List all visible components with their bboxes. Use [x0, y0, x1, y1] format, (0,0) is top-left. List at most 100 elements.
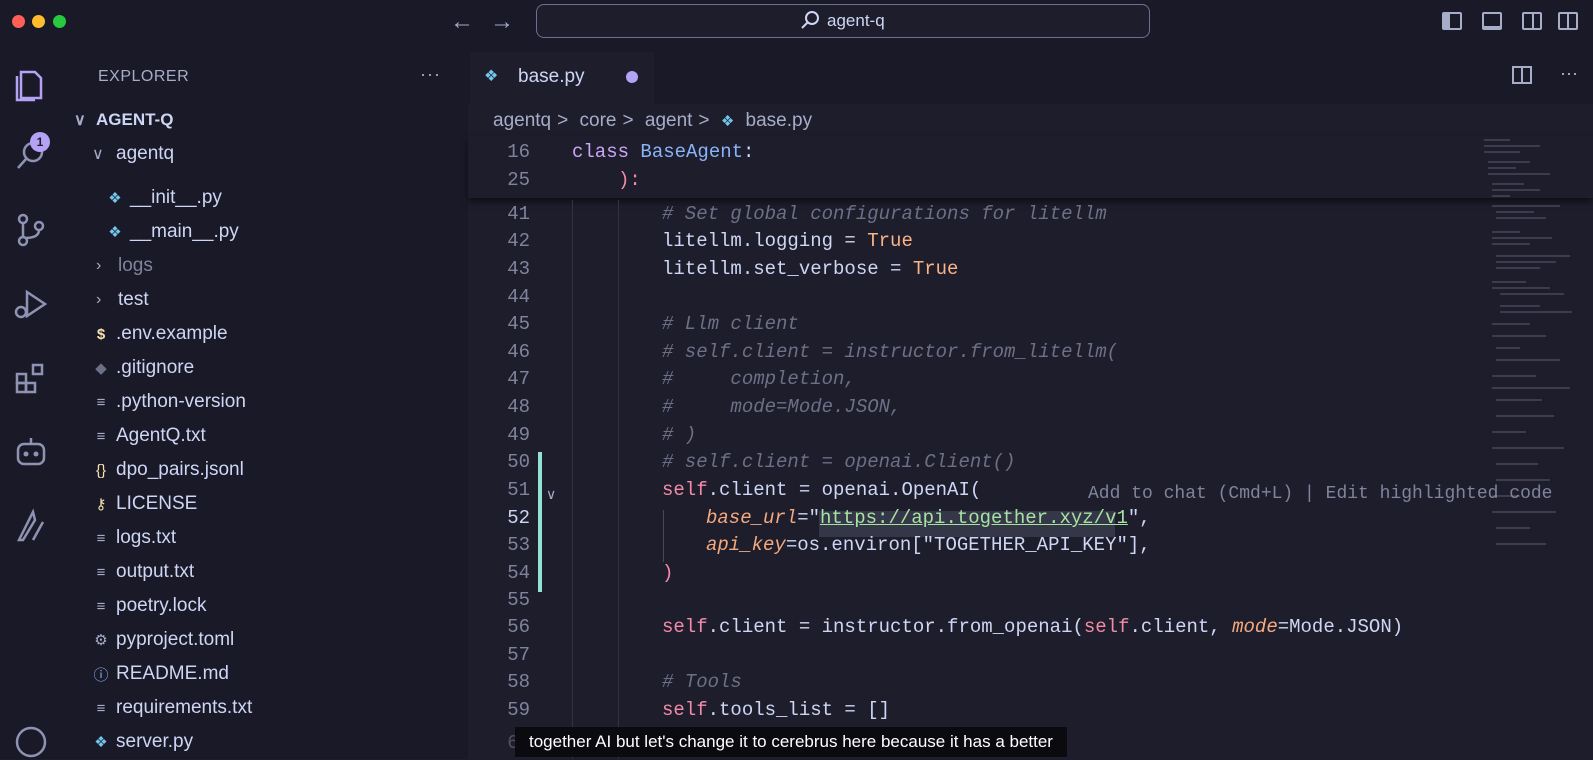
tree-item-output-txt[interactable]: ≡ output.txt: [90, 558, 195, 586]
dollar-icon: $: [96, 325, 106, 343]
breadcrumb-agentq[interactable]: agentq: [493, 110, 551, 131]
code-line-16[interactable]: class BaseAgent:: [572, 141, 754, 163]
tree-item-logs-txt[interactable]: ≡ logs.txt: [90, 524, 177, 552]
copilot-bot-icon[interactable]: [13, 434, 49, 470]
code-line-47[interactable]: # completion,: [662, 368, 856, 390]
code-token: self: [662, 479, 708, 501]
python-file-icon: ❖: [108, 190, 122, 207]
fold-chevron-icon[interactable]: ∨: [546, 486, 556, 503]
editor-more-actions-icon[interactable]: ⋯: [1560, 64, 1578, 85]
tree-item-label: output.txt: [116, 561, 195, 582]
back-arrow-icon[interactable]: ←: [450, 8, 474, 36]
code-line-25[interactable]: ):: [618, 169, 641, 191]
tab-label: base.py: [518, 66, 585, 87]
extensions-icon[interactable]: [13, 360, 49, 396]
run-and-debug-icon[interactable]: [13, 286, 49, 322]
maximize-window-button[interactable]: [53, 15, 66, 28]
tree-item-label: AgentQ.txt: [116, 425, 206, 446]
split-editor-icon[interactable]: [1512, 66, 1532, 84]
chevron-right-icon: ›: [96, 257, 102, 274]
python-file-icon: ❖: [108, 224, 122, 241]
tree-item-pyproject[interactable]: ⚙ pyproject.toml: [90, 626, 234, 654]
breadcrumb-agent[interactable]: agent: [645, 110, 693, 131]
tree-item-logs-folder[interactable]: › logs: [96, 252, 153, 280]
line-number: 51: [507, 479, 530, 501]
chevron-down-icon: ∨: [74, 112, 86, 129]
toggle-secondary-sidebar-icon[interactable]: [1522, 12, 1542, 30]
breadcrumb-core[interactable]: core: [580, 110, 617, 131]
tree-item-label: LICENSE: [116, 493, 198, 514]
code-line-46[interactable]: # self.client = instructor.from_litellm(: [662, 341, 1118, 363]
code-line-59[interactable]: self.tools_list = []: [662, 699, 890, 721]
tree-item-label: .gitignore: [116, 357, 195, 378]
tree-item-requirements[interactable]: ≡ requirements.txt: [90, 694, 253, 722]
code-line-50[interactable]: # self.client = openai.Client(): [662, 451, 1015, 473]
tree-item-label: poetry.lock: [116, 595, 207, 616]
tree-item-label: dpo_pairs.jsonl: [116, 459, 244, 480]
tree-item-init-py[interactable]: ❖ __init__.py: [104, 184, 222, 212]
code-line-56[interactable]: self.client = instructor.from_openai(sel…: [662, 616, 1403, 638]
line-number: 48: [507, 396, 530, 418]
line-number: 58: [507, 671, 530, 693]
code-line-53[interactable]: api_key=os.environ["TOGETHER_API_KEY"],: [706, 534, 1151, 556]
code-line-43[interactable]: litellm.set_verbose = True: [662, 258, 958, 280]
code-line-45[interactable]: # Llm client: [662, 313, 799, 335]
breadcrumb-base-py[interactable]: base.py: [746, 110, 813, 131]
line-number: 25: [507, 169, 530, 191]
line-number: 55: [507, 589, 530, 611]
tree-item-test-folder[interactable]: › test: [96, 286, 149, 314]
title-bar: ← → agent-q: [0, 0, 1593, 44]
line-number: 56: [507, 616, 530, 638]
line-number: 59: [507, 699, 530, 721]
toggle-panel-icon[interactable]: [1482, 12, 1502, 30]
tree-item-python-version[interactable]: ≡ .python-version: [90, 388, 246, 416]
minimap[interactable]: [1480, 136, 1580, 556]
line-number: 44: [507, 286, 530, 308]
customize-layout-icon[interactable]: [1558, 12, 1578, 30]
code-line-42[interactable]: litellm.logging = True: [662, 230, 913, 252]
forward-arrow-icon[interactable]: →: [490, 8, 514, 36]
python-file-icon: ❖: [94, 734, 108, 751]
workspace-root[interactable]: ∨ AGENT-Q: [74, 106, 173, 134]
toggle-primary-sidebar-icon[interactable]: [1442, 12, 1462, 30]
tree-item-label: test: [118, 289, 149, 310]
line-number: 57: [507, 644, 530, 666]
code-line-41[interactable]: # Set global configurations for litellm: [662, 203, 1107, 225]
tree-item-gitignore[interactable]: ◆ .gitignore: [90, 354, 194, 382]
tree-item-label: README.md: [116, 663, 229, 684]
explorer-files-icon[interactable]: [13, 66, 49, 102]
tree-item-agentq[interactable]: ∨ agentq: [92, 140, 174, 168]
command-center-search[interactable]: agent-q: [536, 4, 1150, 38]
minimize-window-button[interactable]: [32, 15, 45, 28]
close-window-button[interactable]: [12, 15, 25, 28]
code-line-49[interactable]: # ): [662, 424, 696, 446]
code-token: self: [662, 616, 708, 638]
tree-item-poetry-lock[interactable]: ≡ poetry.lock: [90, 592, 207, 620]
tree-item-dpo-pairs[interactable]: {} dpo_pairs.jsonl: [90, 456, 244, 484]
code-line-51[interactable]: self.client = openai.OpenAI(: [662, 479, 981, 501]
tab-base-py[interactable]: ❖ base.py: [470, 52, 654, 104]
tree-item-label: __main__.py: [130, 221, 239, 242]
extension-logo-icon[interactable]: [13, 508, 49, 544]
tree-item-license[interactable]: ⚷ LICENSE: [90, 490, 198, 518]
breadcrumb: agentq > core > agent > ❖ base.py: [493, 110, 818, 132]
code-token: api_key: [706, 534, 786, 556]
code-line-48[interactable]: # mode=Mode.JSON,: [662, 396, 901, 418]
tree-item-env-example[interactable]: $ .env.example: [90, 320, 228, 348]
chevron-right-icon: ›: [96, 291, 102, 308]
url-link[interactable]: https://api.together.xyz/v1: [820, 507, 1128, 529]
explorer-more-actions-icon[interactable]: ···: [420, 64, 441, 85]
tree-item-agentq-txt[interactable]: ≡ AgentQ.txt: [90, 422, 206, 450]
license-key-icon: ⚷: [95, 496, 107, 513]
code-line-58[interactable]: # Tools: [662, 671, 742, 693]
code-line-52[interactable]: base_url="https://api.together.xyz/v1",: [706, 507, 1151, 529]
code-token: ",: [1127, 507, 1151, 529]
tree-item-main-py[interactable]: ❖ __main__.py: [104, 218, 239, 246]
code-line-54[interactable]: ): [662, 562, 673, 584]
tree-item-readme[interactable]: ⓘ README.md: [90, 660, 229, 688]
tree-item-label: server.py: [116, 731, 194, 752]
tree-item-server-py[interactable]: ❖ server.py: [90, 728, 193, 756]
tree-item-label: logs.txt: [116, 527, 177, 548]
account-icon[interactable]: [13, 724, 49, 760]
source-control-icon[interactable]: [13, 212, 49, 248]
